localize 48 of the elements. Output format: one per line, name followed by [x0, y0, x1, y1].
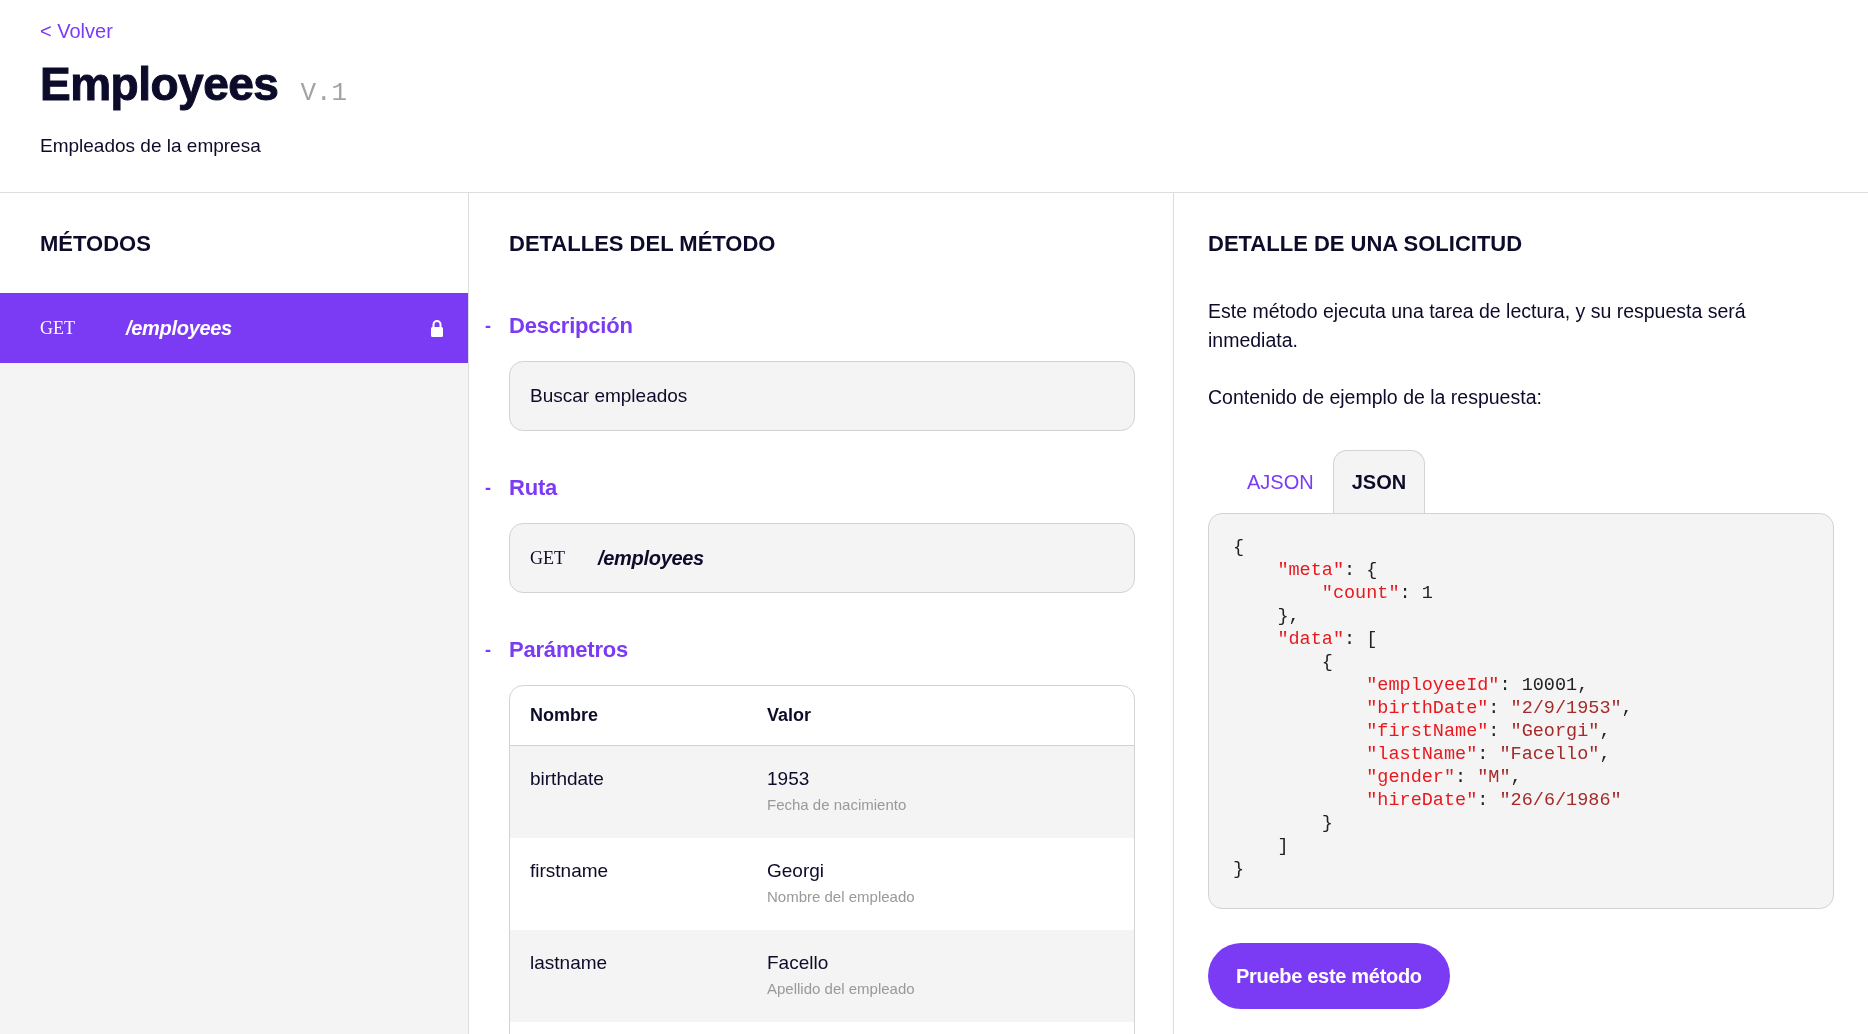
section-title[interactable]: Ruta: [509, 475, 558, 501]
code-line: }: [1320, 812, 1334, 835]
route-path: /employees: [598, 546, 704, 570]
page-title: Employees: [40, 57, 279, 111]
cell-hint: Apellido del empleado: [767, 980, 915, 997]
section-title[interactable]: Descripción: [509, 313, 633, 339]
table-cell-text: birthdate: [530, 768, 605, 790]
column-header: Nombre: [530, 705, 599, 726]
collapse-toggle[interactable]: -: [485, 639, 509, 661]
method-item[interactable]: GET /employees: [0, 293, 468, 363]
version-label: V.1: [300, 78, 348, 108]
code-line: "count": 1: [1320, 582, 1434, 605]
code-line: "birthDate": "2/9/1953",: [1365, 697, 1634, 720]
column-header: Valor: [767, 705, 812, 726]
example-label: Contenido de ejemplo de la respuesta:: [1208, 385, 1543, 410]
section-title[interactable]: Parámetros: [509, 637, 629, 663]
table-cell-text: lastname: [530, 952, 609, 974]
table-cell-text: Facello: [767, 952, 830, 974]
code-line: }: [1233, 858, 1246, 881]
table-cell-text: 1953: [767, 768, 811, 790]
table-cell-text: Georgi: [767, 860, 826, 882]
column-title: DETALLE DE UNA SOLICITUD: [1208, 231, 1524, 257]
format-tab[interactable]: JSON: [1332, 450, 1426, 513]
code-line: "employeeId": 10001,: [1365, 674, 1590, 697]
collapse-toggle[interactable]: -: [485, 315, 509, 337]
back-link[interactable]: < Volver: [40, 20, 113, 43]
description-text: Este método ejecuta una tarea de lectura, y su respuesta será inmediata.: [1208, 299, 1747, 353]
code-line: "lastName": "Facello",: [1365, 743, 1612, 766]
description-box: Buscar empleados: [509, 361, 1135, 431]
code-line: },: [1276, 605, 1301, 628]
format-tab[interactable]: AJSON: [1228, 450, 1333, 513]
code-line: {: [1233, 536, 1246, 559]
column-title: DETALLES DEL MÉTODO: [509, 231, 777, 257]
cell-hint: Fecha de nacimiento: [767, 796, 907, 813]
table-cell-text: firstname: [530, 860, 610, 882]
cell-hint: Nombre del empleado: [767, 888, 915, 905]
code-line: "meta": {: [1276, 559, 1379, 582]
code-line: {: [1320, 651, 1334, 674]
try-method-button[interactable]: Pruebe este método: [1208, 943, 1450, 1009]
code-line: "firstName": "Georgi",: [1365, 720, 1612, 743]
column-title: MÉTODOS: [40, 231, 152, 257]
code-line: "hireDate": "26/6/1986": [1365, 789, 1623, 812]
collapse-toggle[interactable]: -: [485, 477, 509, 499]
method-label: GET: [530, 547, 566, 569]
code-line: "data": [: [1276, 628, 1379, 651]
page-subtitle: Empleados de la empresa: [40, 135, 262, 157]
code-line: "gender": "M",: [1365, 766, 1523, 789]
code-line: ]: [1276, 835, 1290, 858]
